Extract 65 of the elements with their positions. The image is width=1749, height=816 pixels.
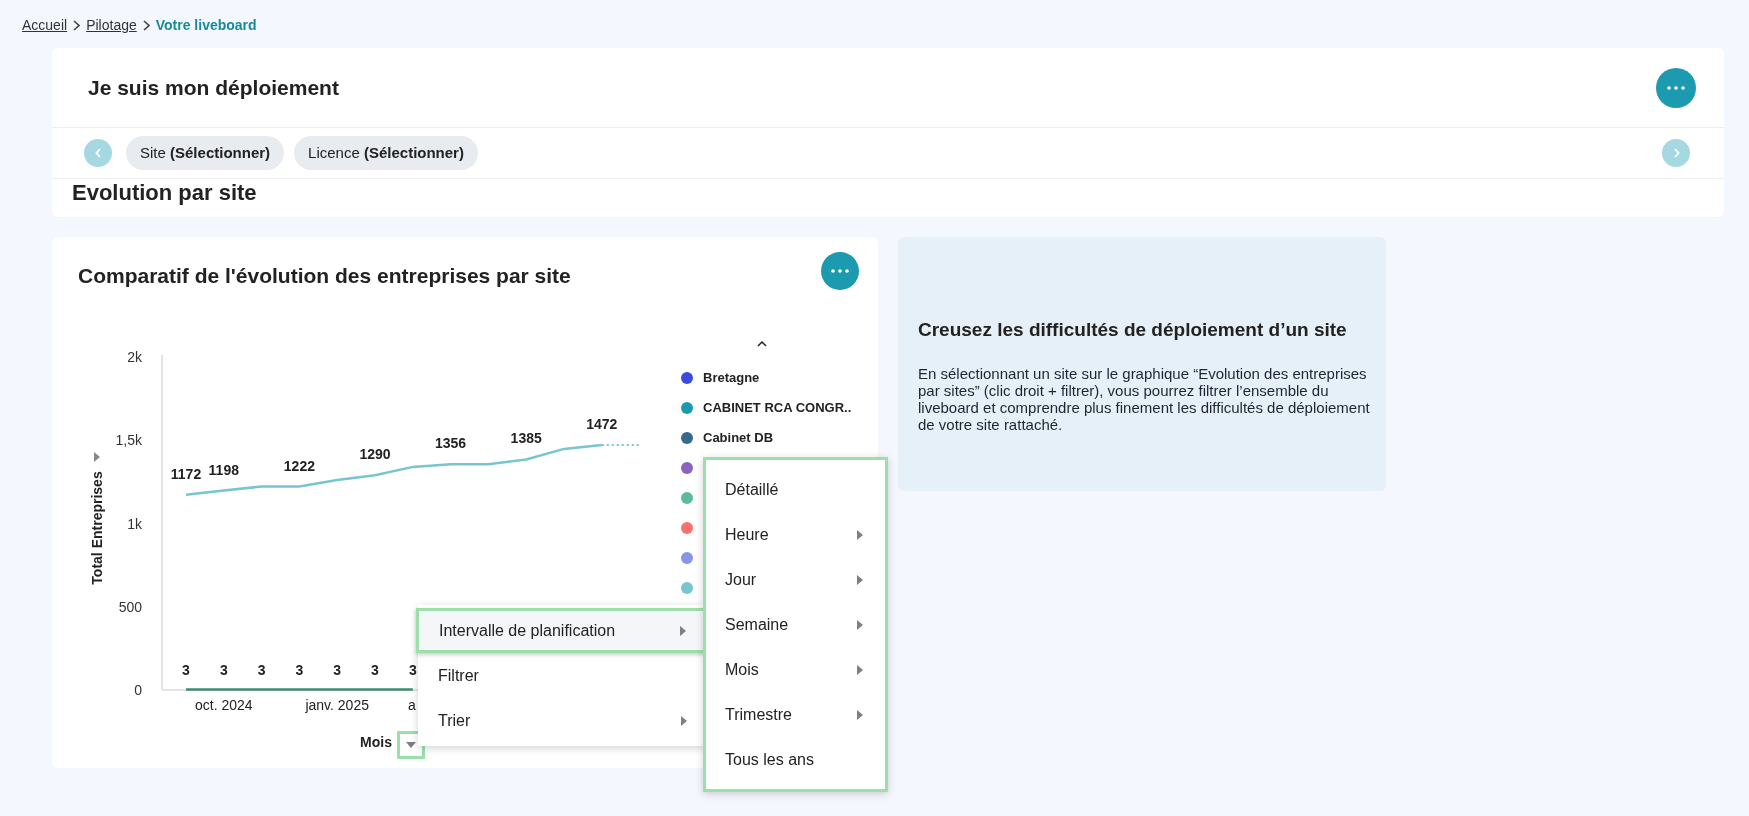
legend-label[interactable]: Bretagne xyxy=(703,368,760,388)
chevron-right-icon xyxy=(1672,148,1680,158)
y-tick-label: 1,5k xyxy=(115,432,142,449)
more-button[interactable] xyxy=(821,252,859,290)
filter-chip[interactable]: Site (Sélectionner) xyxy=(126,136,285,170)
x-tick-label: janv. 2025 xyxy=(305,697,369,713)
submenu-arrow-icon xyxy=(857,574,863,585)
caret-up-icon[interactable] xyxy=(757,341,767,347)
menu-item[interactable]: Filtrer xyxy=(418,653,705,698)
y-tick-label: 500 xyxy=(118,598,142,615)
forecast-line xyxy=(600,443,641,446)
legend-label[interactable]: Cabinet DB xyxy=(703,428,774,448)
y-axis-title: Total Entreprises xyxy=(89,471,105,585)
x-tick-label: a xyxy=(407,697,416,713)
expand-icon[interactable] xyxy=(94,452,100,462)
submenu-arrow-icon xyxy=(857,529,863,540)
breadcrumb-link[interactable]: Pilotage xyxy=(86,14,137,36)
legend-label[interactable]: CABINET RCA CONGR.. xyxy=(703,398,852,418)
chevron-left-icon xyxy=(94,148,102,158)
breadcrumb-link[interactable]: Accueil xyxy=(22,14,68,36)
submenu-arrow-icon xyxy=(681,715,687,726)
data-label: 3 xyxy=(371,662,379,678)
menu-item[interactable]: Trier xyxy=(418,698,705,743)
submenu-arrow-icon xyxy=(857,619,863,630)
submenu-arrow-icon xyxy=(857,664,863,675)
chart-title: Comparatif de l'évolution des entreprises par site xyxy=(78,263,571,289)
submenu-item[interactable]: Trimestre xyxy=(706,692,885,737)
more-button[interactable] xyxy=(1656,67,1696,108)
more-icon xyxy=(831,269,849,273)
data-label: 3 xyxy=(182,662,190,678)
data-label: 1172 xyxy=(170,465,202,482)
chevron-right-icon xyxy=(142,19,150,31)
data-label: 1356 xyxy=(435,435,467,452)
y-tick-label: 2k xyxy=(127,349,142,365)
data-label: 1222 xyxy=(283,457,315,474)
chevron-right-icon xyxy=(73,19,81,31)
y-tick-label: 1k xyxy=(127,515,142,532)
liveboard-title: Je suis mon déploiement xyxy=(88,74,339,101)
data-label: 3 xyxy=(257,662,266,678)
breadcrumb-current: Votre liveboard xyxy=(155,15,257,35)
info-text: En sélectionnant un site sur le graphique “Evolution des entreprises par sites” (clic droit + filtrer), vous pourrez filtrer l’ensemble du liveboard et comprendre plus finement les difficultés de déploiement de votre site rattaché. xyxy=(918,365,1370,433)
data-label: 3 xyxy=(408,662,417,678)
section-title: Evolution par site xyxy=(72,179,258,207)
submenu-item[interactable]: Tous les ans xyxy=(706,737,885,782)
data-label: 1472 xyxy=(586,415,618,432)
y-tick-label: 0 xyxy=(134,682,142,698)
submenu-item[interactable]: Mois xyxy=(706,647,885,692)
x-axis-title: Mois xyxy=(360,734,392,750)
more-icon xyxy=(1667,85,1685,90)
data-label: 3 xyxy=(295,662,304,678)
filter-chip[interactable]: Licence (Sélectionner) xyxy=(294,136,478,170)
submenu-arrow-icon xyxy=(680,625,686,636)
submenu-item[interactable]: Jour xyxy=(706,557,885,602)
data-label: 3 xyxy=(333,662,342,678)
x-tick-label: oct. 2024 xyxy=(195,697,253,713)
data-label: 1290 xyxy=(359,446,391,463)
info-title: Creusez les difficultés de déploiement d’un site xyxy=(918,318,1348,342)
submenu-item[interactable]: Détaillé xyxy=(706,467,885,512)
data-label: 3 xyxy=(219,662,228,678)
caret-down-icon xyxy=(406,742,416,748)
data-label: 1385 xyxy=(510,430,542,447)
data-label: 1198 xyxy=(208,461,239,478)
submenu-item[interactable]: Semaine xyxy=(706,602,885,647)
submenu-item[interactable]: Heure xyxy=(706,512,885,557)
submenu-arrow-icon xyxy=(857,709,863,720)
